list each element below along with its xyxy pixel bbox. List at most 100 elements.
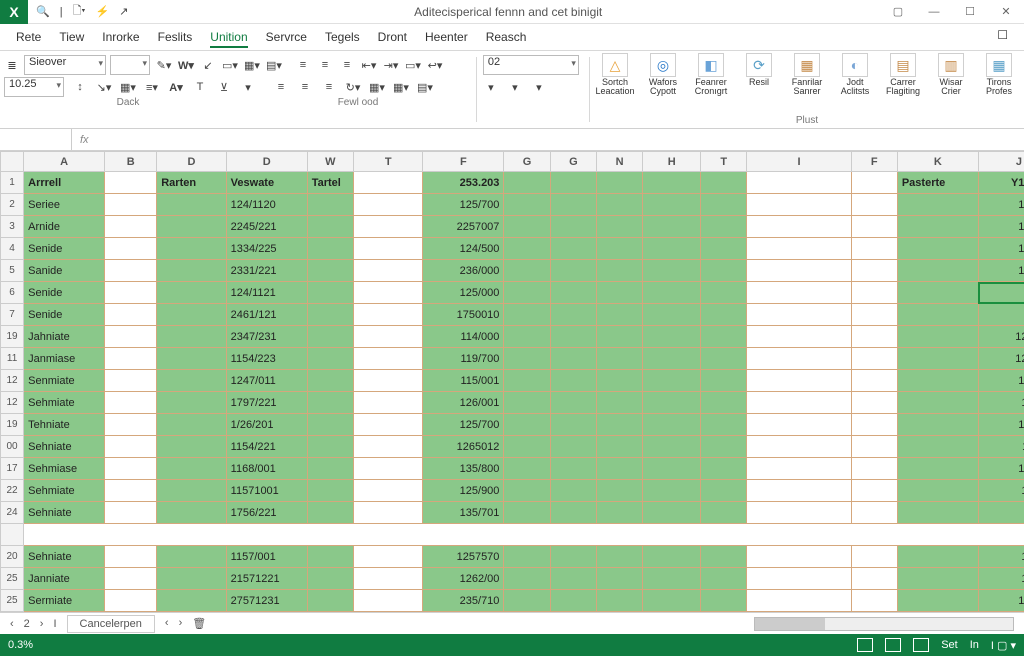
cell[interactable]: 125/900 xyxy=(423,480,504,502)
cell[interactable] xyxy=(504,458,550,480)
sheet-delete-icon[interactable]: 🗑 xyxy=(192,617,206,630)
border2-icon[interactable]: ▤▾ xyxy=(266,57,282,73)
cell[interactable] xyxy=(105,502,157,524)
cell[interactable] xyxy=(307,304,353,326)
cell[interactable] xyxy=(851,172,897,194)
cell[interactable] xyxy=(747,568,851,590)
cell[interactable] xyxy=(897,216,978,238)
cell[interactable] xyxy=(643,282,701,304)
menu-tab-feslits[interactable]: Feslits xyxy=(158,28,193,48)
valign-b-icon[interactable]: ≡ xyxy=(321,79,337,95)
cell[interactable]: 253.203 xyxy=(423,172,504,194)
cell[interactable] xyxy=(747,436,851,458)
cell[interactable] xyxy=(701,436,747,458)
cell[interactable] xyxy=(504,216,550,238)
cell[interactable]: 177100 xyxy=(978,238,1024,260)
indent-inc-icon[interactable]: ⇥▾ xyxy=(383,57,399,73)
cell[interactable] xyxy=(353,238,422,260)
cell[interactable] xyxy=(504,304,550,326)
name-box[interactable] xyxy=(0,129,72,150)
cell[interactable] xyxy=(105,546,157,568)
cell[interactable] xyxy=(747,238,851,260)
cell[interactable] xyxy=(643,502,701,524)
cell[interactable] xyxy=(851,304,897,326)
col-header[interactable]: W xyxy=(307,152,353,172)
cell[interactable] xyxy=(504,436,550,458)
number-format-dropdown[interactable]: 02 xyxy=(483,55,579,75)
cell[interactable]: 1247/011 xyxy=(226,370,307,392)
cell[interactable] xyxy=(596,326,642,348)
cell[interactable]: 236/000 xyxy=(423,260,504,282)
cell[interactable] xyxy=(643,238,701,260)
cell[interactable] xyxy=(105,260,157,282)
cell[interactable]: 1750010 xyxy=(423,304,504,326)
cell[interactable] xyxy=(353,502,422,524)
cell[interactable]: 119/700 xyxy=(423,348,504,370)
cell[interactable]: Sehniate xyxy=(24,546,105,568)
cell[interactable] xyxy=(157,392,226,414)
cell[interactable] xyxy=(897,304,978,326)
status-zoom[interactable]: I ▢ ▾ xyxy=(991,639,1016,652)
cell[interactable] xyxy=(701,326,747,348)
ribbon-cmd-wafors-cypott[interactable]: ◎Wafors Cypott xyxy=(642,53,684,96)
cell[interactable] xyxy=(897,260,978,282)
cell[interactable] xyxy=(897,458,978,480)
cell[interactable] xyxy=(353,326,422,348)
cell[interactable] xyxy=(851,326,897,348)
cell[interactable] xyxy=(747,194,851,216)
row-header[interactable]: 11 xyxy=(1,348,24,370)
cell[interactable] xyxy=(747,546,851,568)
cell[interactable] xyxy=(978,304,1024,326)
cell[interactable] xyxy=(307,282,353,304)
cell[interactable] xyxy=(550,172,596,194)
select-all-corner[interactable] xyxy=(1,152,24,172)
cell[interactable] xyxy=(747,590,851,612)
ribbon-cmd-jodt-aclitsts[interactable]: ◐Jodt Aclitsts xyxy=(834,53,876,96)
cell[interactable]: 1154/223 xyxy=(226,348,307,370)
grid3-icon[interactable]: ▤▾ xyxy=(417,79,433,95)
cell[interactable] xyxy=(596,392,642,414)
cell[interactable] xyxy=(504,370,550,392)
menu-tab-unition[interactable]: Unition xyxy=(210,28,247,48)
cell[interactable] xyxy=(897,282,978,304)
cell[interactable]: Jahniate xyxy=(24,326,105,348)
cell[interactable] xyxy=(747,480,851,502)
col-header[interactable]: K xyxy=(897,152,978,172)
cell[interactable]: Veswate xyxy=(226,172,307,194)
cell[interactable]: Tartel xyxy=(307,172,353,194)
dec1-icon[interactable]: ↘▾ xyxy=(96,79,112,95)
cell[interactable] xyxy=(307,348,353,370)
cell[interactable] xyxy=(851,458,897,480)
cell[interactable] xyxy=(643,568,701,590)
cell[interactable] xyxy=(747,260,851,282)
cell[interactable] xyxy=(353,172,422,194)
cell[interactable] xyxy=(596,348,642,370)
cell[interactable]: 2257007 xyxy=(423,216,504,238)
cell[interactable]: 126/001 xyxy=(423,392,504,414)
cell[interactable]: Sehmiate xyxy=(24,392,105,414)
cell[interactable] xyxy=(307,436,353,458)
text-u-icon[interactable]: ⊻ xyxy=(216,79,232,95)
cell[interactable] xyxy=(307,370,353,392)
cell[interactable] xyxy=(747,172,851,194)
cell[interactable] xyxy=(307,194,353,216)
cell[interactable] xyxy=(643,172,701,194)
row-header[interactable]: 17 xyxy=(1,458,24,480)
cell[interactable] xyxy=(307,238,353,260)
cell[interactable] xyxy=(504,502,550,524)
valign-t-icon[interactable]: ≡ xyxy=(273,79,289,95)
cell[interactable] xyxy=(105,194,157,216)
cell[interactable] xyxy=(851,370,897,392)
cell[interactable] xyxy=(353,480,422,502)
cell[interactable] xyxy=(643,216,701,238)
cell[interactable] xyxy=(157,304,226,326)
cell[interactable] xyxy=(504,480,550,502)
view-layout-icon[interactable] xyxy=(885,638,901,652)
cell[interactable]: 129100 xyxy=(978,414,1024,436)
cell[interactable] xyxy=(504,194,550,216)
cell[interactable] xyxy=(897,502,978,524)
cell[interactable] xyxy=(307,480,353,502)
cell[interactable]: Senmiate xyxy=(24,370,105,392)
cell[interactable] xyxy=(596,414,642,436)
row-header[interactable]: 19 xyxy=(1,414,24,436)
